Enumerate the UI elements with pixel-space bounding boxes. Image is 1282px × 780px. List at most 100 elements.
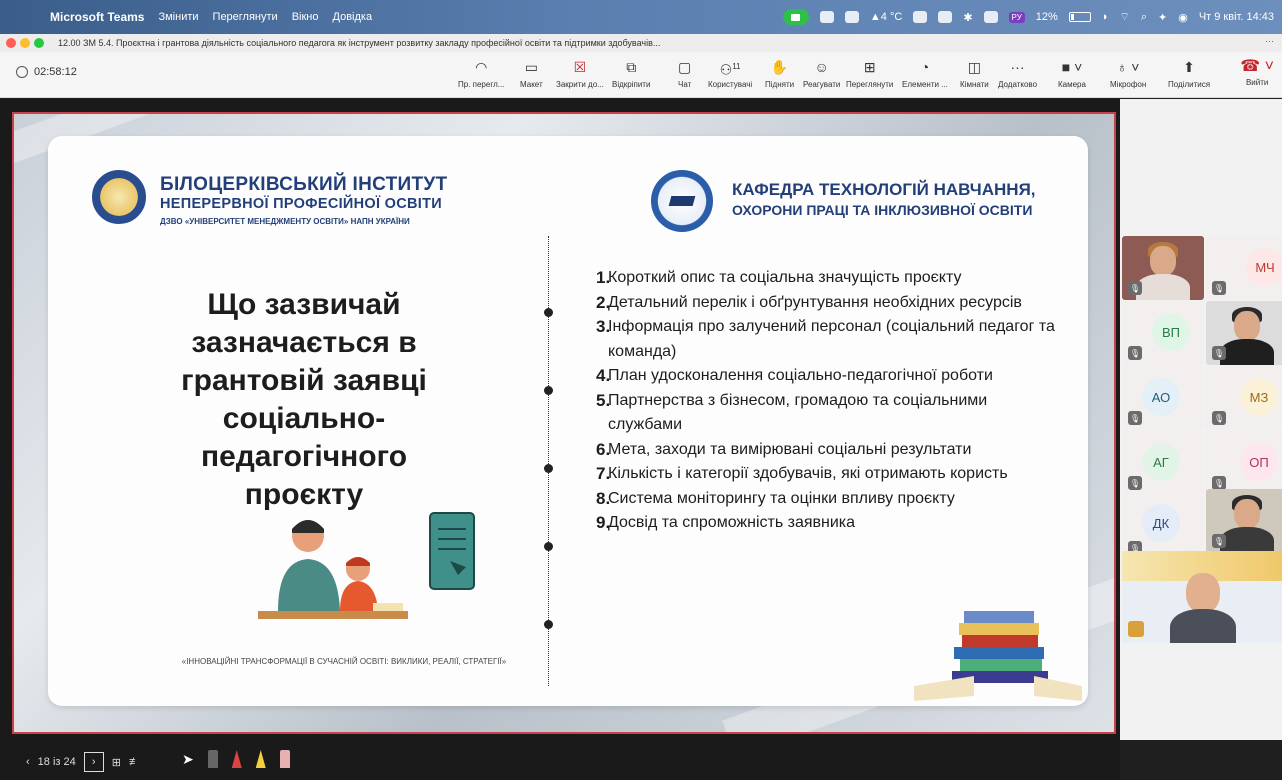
divider-dot (544, 464, 553, 473)
list-item: 9. Досвід та спроможність заявника (596, 513, 856, 532)
weather-text[interactable]: ▲4 °C (870, 11, 902, 23)
muted-mic-icon: 🎙︎ (1128, 476, 1142, 490)
muted-mic-icon: 🎙︎ (1212, 476, 1226, 490)
participant-tile[interactable]: ВП 🎙︎ (1122, 301, 1204, 365)
control-center-icon[interactable]: ◗ (1102, 11, 1109, 23)
smile-icon: ☺ (814, 59, 829, 75)
spotlight-icon[interactable]: ⌕ (1141, 11, 1147, 24)
layout-icon: ▭ (524, 59, 538, 75)
input-language[interactable]: РУ (1008, 11, 1025, 23)
participant-tile[interactable]: АО 🎙︎ (1122, 366, 1204, 430)
zoom-window-icon[interactable] (34, 38, 44, 48)
chat-button[interactable]: ▢ Чат (678, 58, 691, 89)
participant-tile[interactable]: АГ 🎙︎ (1122, 431, 1204, 495)
avatar: АГ (1142, 443, 1180, 481)
divider-dot (544, 386, 553, 395)
settings-sliders-icon[interactable]: ≢ (129, 756, 140, 768)
telegram-icon[interactable] (938, 11, 953, 23)
eye-icon: ◠ (475, 59, 488, 75)
hang-up-icon: ☎ ˅ (1240, 58, 1274, 75)
list-item: 6. Мета, заходи та вимірювані соціальні р… (596, 439, 972, 459)
unpin-button[interactable]: ⧉ Відкріпити (612, 58, 650, 89)
participant-body (1220, 339, 1274, 365)
focus-icon[interactable] (844, 11, 859, 23)
pen-icon[interactable] (207, 750, 218, 768)
camera-button[interactable]: ■ ˅ Камера (1058, 58, 1086, 89)
avatar: ВП (1152, 313, 1190, 351)
people-icon: ⚇11 (719, 61, 741, 78)
prev-slide-icon[interactable]: ‹ (26, 756, 30, 768)
share-button[interactable]: ⬆ Поділитися (1168, 58, 1210, 89)
apps-icon: ◔ (920, 59, 930, 75)
menu-item-edit[interactable]: Змінити (158, 11, 198, 23)
books-illustration (914, 611, 1082, 701)
display-icon[interactable] (819, 11, 834, 23)
participant-video-tile[interactable]: 🎙︎ (1122, 236, 1204, 300)
close-icon: ☒ (573, 59, 587, 75)
status-area: ▲4 °C ✱ РУ 12% ◗ ⌔ ⌕ ✦ ◉ Чт 9 квіт. 14:4… (782, 0, 1274, 34)
participant-tile[interactable]: ОП 🎙︎ (1206, 431, 1282, 495)
menu-item-window[interactable]: Вікно (292, 11, 319, 23)
participant-tile[interactable]: МЗ 🎙︎ (1206, 366, 1282, 430)
more-button[interactable]: ··· Додатково (998, 58, 1037, 89)
react-button[interactable]: ☺ Реагувати (803, 58, 840, 89)
participant-body (1220, 527, 1274, 553)
divider-dot (544, 308, 553, 317)
graduation-cap-icon (668, 196, 696, 206)
menu-item-help[interactable]: Довідка (333, 11, 373, 23)
minimize-window-icon[interactable] (20, 38, 30, 48)
window-title-bar: 12.00 ЗМ 5.4. Проєктна і грантова діяльн… (0, 34, 1282, 52)
highlighter-icon[interactable] (255, 750, 266, 768)
institute-logo (92, 170, 146, 224)
timer-text: 02:58:12 (34, 66, 77, 78)
clock[interactable]: Чт 9 квіт. 14:43 (1199, 11, 1274, 23)
participants-panel: 🎙︎ МЧ 🎙︎ ВП 🎙︎ 🎙︎ АО 🎙︎ МЗ 🎙︎ АГ 🎙︎ ОП 🎙… (1120, 99, 1282, 740)
layout-button[interactable]: ▭ Макет (520, 58, 543, 89)
meeting-timer: 02:58:12 (16, 66, 77, 78)
participant-video-tile[interactable]: 🎙︎ (1206, 301, 1282, 365)
battery-icon[interactable] (1068, 12, 1091, 22)
microphone-button[interactable]: ♁ ˅ Мікрофон (1110, 58, 1146, 89)
apps-button[interactable]: ◔ Елементи ... (902, 58, 948, 89)
participant-face (1234, 499, 1260, 529)
muted-mic-icon: 🎙︎ (1212, 534, 1226, 548)
window-title: 12.00 ЗМ 5.4. Проєктна і грантова діяльн… (58, 38, 661, 48)
heading-line: проєкту (244, 478, 364, 511)
participant-video-tile[interactable]: 🎙︎ (1206, 489, 1282, 553)
wifi-icon[interactable]: ⌔ (1119, 10, 1129, 24)
leave-button[interactable]: ☎ ˅ Вийти (1240, 58, 1274, 87)
muted-mic-icon: 🎙︎ (1212, 411, 1226, 425)
participant-tile[interactable]: МЧ 🎙︎ (1206, 236, 1282, 300)
avatar: МЧ (1246, 248, 1282, 286)
stop-sharing-button[interactable]: ☒ Закрити до... (556, 58, 604, 89)
eraser-icon[interactable] (279, 750, 290, 768)
battery-percent[interactable]: 12% (1036, 11, 1058, 23)
close-window-icon[interactable] (6, 38, 16, 48)
view-button[interactable]: ⊞ Переглянути (846, 58, 893, 89)
presenter-video-tile[interactable] (1122, 551, 1282, 643)
requirements-list: 1. Короткий опис та соціальна значущість … (596, 266, 1056, 536)
grid-view-icon[interactable]: ⊞ (112, 756, 121, 769)
participant-face (1234, 311, 1260, 341)
camera-active-icon[interactable] (782, 9, 809, 25)
menu-item-view[interactable]: Переглянути (213, 11, 278, 23)
heading-line: зазначається в (191, 326, 417, 359)
app-status-icon[interactable]: ✦ (1158, 11, 1167, 24)
institute-name-line2: НЕПЕРЕРВНОЇ ПРОФЕСІЙНОЇ ОСВІТИ (160, 196, 442, 212)
bluetooth-icon[interactable]: ✱ (963, 11, 972, 24)
siri-icon[interactable]: ◉ (1178, 11, 1188, 24)
pointer-icon[interactable]: ➤ (182, 751, 194, 768)
teacher-student-illustration (258, 520, 408, 619)
red-pen-icon[interactable] (231, 750, 242, 768)
list-item: 1. Короткий опис та соціальна значущість … (596, 268, 962, 287)
app-name[interactable]: Microsoft Teams (50, 10, 144, 24)
vpn-icon[interactable] (913, 11, 928, 23)
raise-hand-button[interactable]: ✋ Підняти (765, 58, 794, 89)
account-icon[interactable] (983, 11, 998, 23)
more-icon[interactable]: ··· (1265, 36, 1274, 46)
next-slide-button[interactable]: › (83, 752, 104, 772)
rooms-button[interactable]: ◫ Кімнати (960, 58, 989, 89)
people-button[interactable]: ⚇11 Користувачі (708, 58, 752, 89)
presentation-slide: БІЛОЦЕРКІВСЬКИЙ ІНСТИТУТ НЕПЕРЕРВНОЇ ПРО… (12, 112, 1116, 734)
preview-button[interactable]: ◠ Пр. перегл... (458, 58, 504, 89)
